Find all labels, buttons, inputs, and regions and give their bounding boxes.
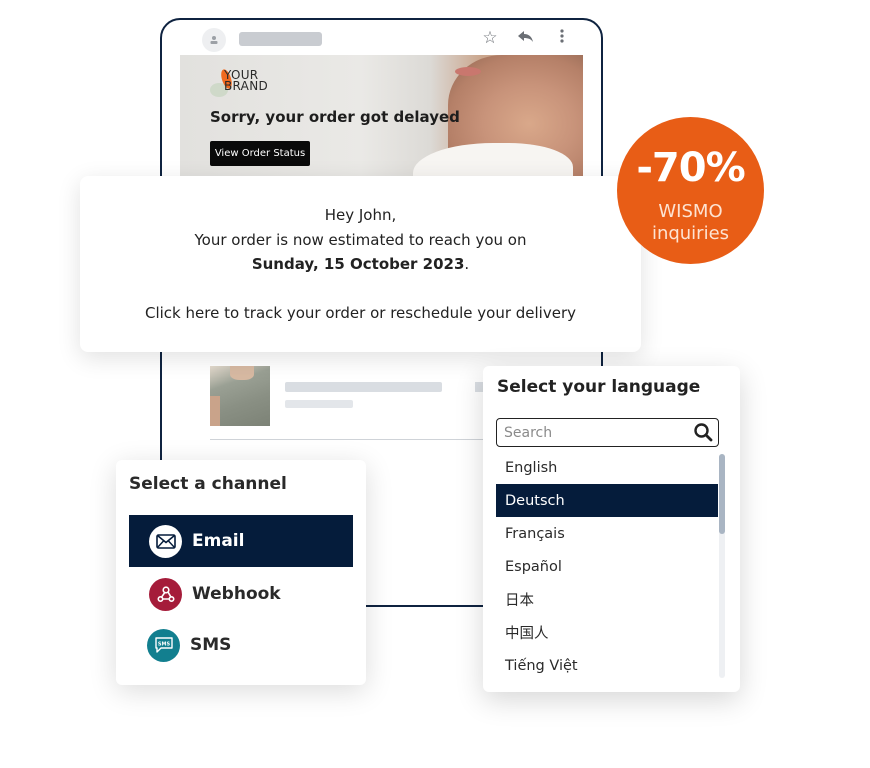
channel-select-card: Select a channel Email Webhook SMS SMS — [116, 460, 366, 685]
language-list: English Deutsch Français Español 日本 中国人 … — [496, 451, 718, 681]
language-search-input[interactable] — [497, 424, 677, 441]
banner-title: Sorry, your order got delayed — [210, 108, 460, 126]
badge-label-2: inquiries — [651, 223, 730, 244]
brand-line-2: BRAND — [224, 79, 269, 93]
track-order-link[interactable]: Click here to track your order or resche… — [80, 301, 641, 326]
product-subtitle-placeholder — [285, 400, 353, 408]
webhook-icon — [149, 577, 182, 611]
channel-option-webhook[interactable]: Webhook — [129, 568, 353, 620]
svg-text:SMS: SMS — [157, 642, 170, 648]
language-option[interactable]: 日本 — [496, 583, 718, 616]
product-image-detail — [210, 396, 220, 426]
reply-icon[interactable] — [517, 28, 535, 48]
language-option[interactable]: English — [496, 451, 718, 484]
language-option-selected[interactable]: Deutsch — [496, 484, 718, 517]
language-list-scrollbar[interactable] — [719, 454, 725, 678]
sender-avatar — [202, 28, 226, 52]
sender-name-placeholder — [239, 32, 322, 46]
channel-label: Email — [192, 531, 245, 551]
estimated-date: Sunday, 15 October 2023 — [251, 255, 465, 273]
sms-icon: SMS — [147, 628, 180, 662]
view-order-status-button[interactable]: View Order Status — [210, 141, 310, 166]
banner-image-detail — [455, 67, 481, 76]
greeting: Hey John, — [324, 206, 397, 224]
language-select-title: Select your language — [497, 377, 701, 397]
divider — [210, 439, 495, 440]
language-option[interactable]: Tiếng Việt — [496, 649, 718, 681]
banner-image-shirt — [413, 143, 573, 180]
estimate-date-line: Sunday, 15 October 2023. — [80, 252, 641, 277]
date-suffix: . — [464, 255, 470, 273]
language-option[interactable]: Français — [496, 517, 718, 550]
channel-option-sms[interactable]: SMS SMS — [129, 619, 353, 671]
brand-text: YOUR BRAND — [224, 69, 269, 93]
star-icon[interactable]: ☆ — [481, 28, 499, 48]
email-actions: ☆ — [481, 26, 571, 50]
brand-logo: YOUR BRAND — [210, 68, 290, 99]
language-select-card: Select your language English Deutsch Fra… — [483, 366, 740, 692]
delay-message-card: Hey John, Your order is now estimated to… — [80, 176, 641, 352]
envelope-icon — [149, 524, 182, 558]
estimate-line: Your order is now estimated to reach you… — [194, 230, 527, 249]
channel-option-email[interactable]: Email — [129, 515, 353, 567]
product-title-placeholder — [285, 382, 442, 392]
channel-select-title: Select a channel — [129, 474, 287, 494]
product-thumbnail — [210, 366, 270, 426]
product-image-detail — [230, 366, 254, 380]
language-option[interactable]: 中国人 — [496, 616, 718, 649]
channel-label: SMS — [190, 635, 232, 655]
language-search-box — [496, 418, 719, 447]
badge-label-1: WISMO — [658, 201, 723, 222]
person-icon — [210, 36, 218, 44]
channel-label: Webhook — [192, 584, 281, 604]
product-row — [210, 366, 495, 426]
scrollbar-thumb[interactable] — [719, 454, 725, 534]
more-vertical-icon[interactable] — [553, 28, 571, 48]
wismo-reduction-badge: -70% WISMO inquiries — [617, 117, 764, 264]
language-option[interactable]: Español — [496, 550, 718, 583]
badge-value: -70% — [636, 145, 745, 191]
search-icon[interactable] — [693, 422, 713, 446]
email-banner: YOUR BRAND Sorry, your order got delayed… — [180, 55, 583, 180]
email-header: ☆ — [202, 26, 571, 52]
